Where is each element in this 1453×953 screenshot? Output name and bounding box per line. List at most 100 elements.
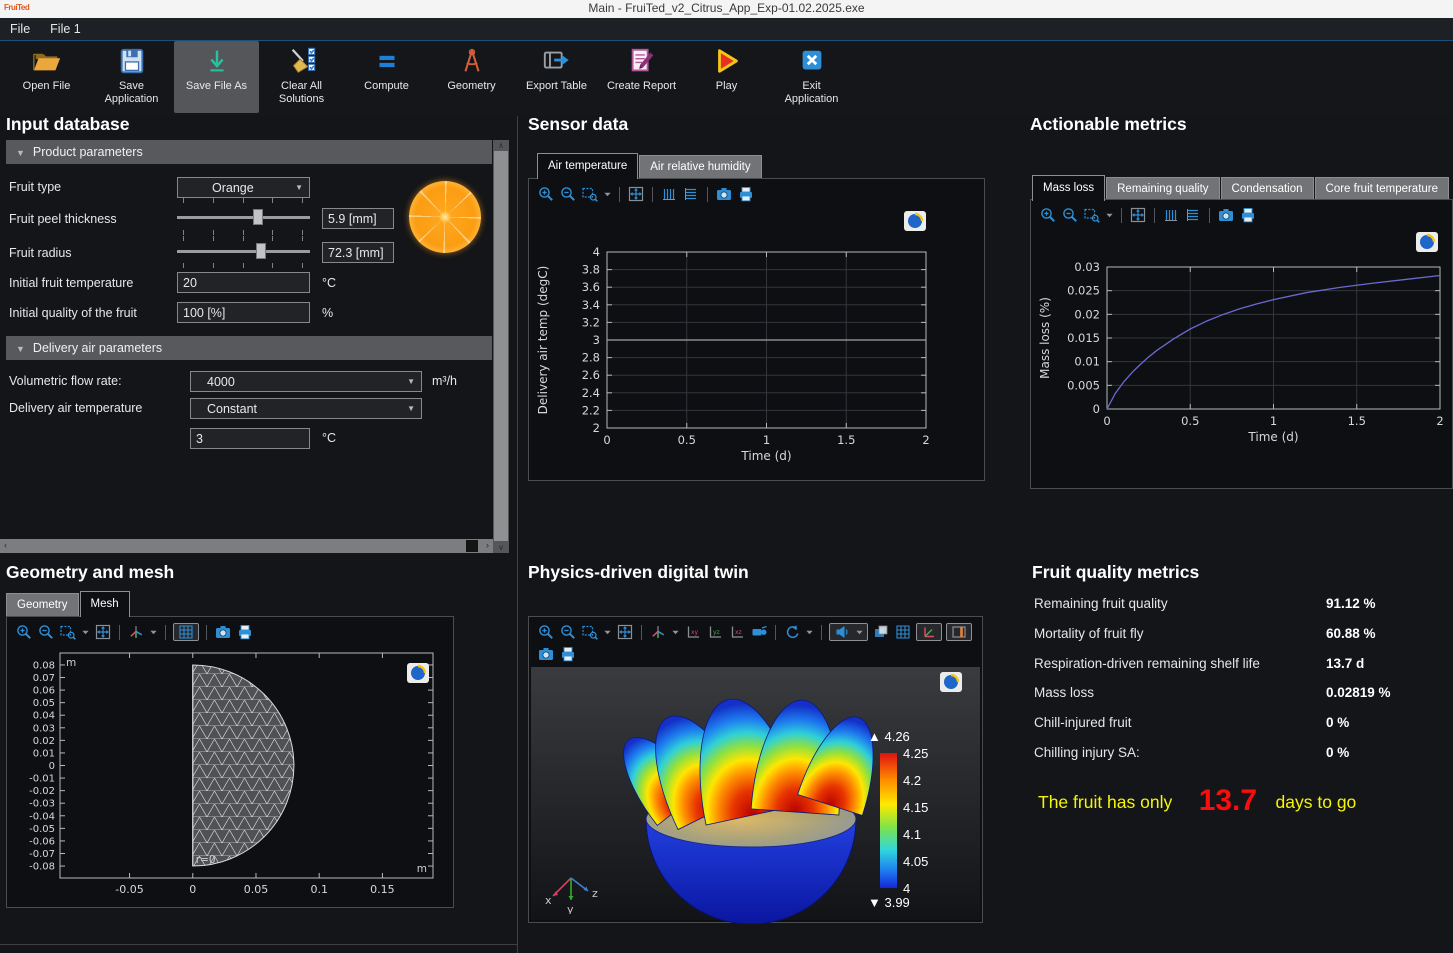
zoom-in-icon[interactable]	[538, 186, 554, 202]
axis-triad-icon[interactable]	[650, 624, 666, 640]
volumetric-flow-rate-dropdown[interactable]: 4000 ▼	[190, 371, 422, 392]
zoom-out-icon[interactable]	[560, 186, 576, 202]
axis-triad-icon[interactable]	[128, 624, 144, 640]
scene-light-icon[interactable]	[834, 624, 850, 640]
xy-view-icon[interactable]	[685, 624, 701, 640]
rotate-icon[interactable]	[784, 624, 800, 640]
menu-file-1[interactable]: File 1	[40, 18, 91, 40]
metric-row: Remaining fruit quality 91.12 %	[1034, 596, 1453, 625]
play-button[interactable]: Play	[684, 41, 769, 113]
chevron-down-icon[interactable]	[602, 189, 613, 200]
grid-toggle-icon[interactable]	[178, 624, 194, 640]
fruit-radius-slider[interactable]	[177, 242, 310, 260]
scroll-up-icon[interactable]: ∧	[493, 141, 509, 150]
grid-toggle-icon[interactable]	[895, 624, 911, 640]
tab-mass-loss[interactable]: Mass loss	[1032, 175, 1105, 201]
clip-plane-icon[interactable]	[951, 624, 967, 640]
twin-viewport[interactable]: ▲ 4.26 4.254.24.154.14.054 ▼ 3.99 x y z	[531, 667, 980, 920]
tab-geometry[interactable]: Geometry	[6, 593, 79, 617]
create-report-button[interactable]: Create Report	[599, 41, 684, 113]
chevron-down-icon[interactable]	[1104, 210, 1115, 221]
chevron-down-icon[interactable]	[602, 627, 613, 638]
scroll-left-icon[interactable]: ‹	[4, 540, 7, 550]
tab-remaining-quality[interactable]: Remaining quality	[1106, 177, 1219, 201]
warning-suffix: days to go	[1276, 792, 1357, 812]
section-product-parameters[interactable]: ▼Product parameters	[6, 140, 492, 164]
initial-quality-input[interactable]	[177, 302, 310, 323]
open-file-button[interactable]: Open File	[4, 41, 89, 113]
axes-toggle-icon[interactable]	[921, 624, 937, 640]
zoom-box-icon[interactable]	[582, 186, 598, 202]
y-axis-extents-icon[interactable]	[683, 186, 699, 202]
snapshot-camera-icon[interactable]	[716, 186, 732, 202]
clear-all-solutions-icon	[287, 45, 317, 77]
transparency-icon[interactable]	[873, 624, 889, 640]
export-table-button[interactable]: Export Table	[514, 41, 599, 113]
scrollbar-thumb[interactable]	[494, 151, 508, 541]
tab-air-temperature[interactable]: Air temperature	[537, 153, 638, 179]
zoom-box-icon[interactable]	[1084, 207, 1100, 223]
tab-condensation[interactable]: Condensation	[1221, 177, 1314, 201]
fit-view-icon[interactable]	[1130, 207, 1146, 223]
scrollbar-thumb[interactable]	[466, 540, 478, 552]
zoom-out-icon[interactable]	[1062, 207, 1078, 223]
slider-handle[interactable]	[256, 243, 266, 259]
x-axis-extents-icon[interactable]	[1163, 207, 1179, 223]
chevron-down-icon: ▼	[295, 183, 303, 192]
chevron-down-icon[interactable]	[804, 627, 815, 638]
fruit-type-dropdown[interactable]: Orange ▼	[177, 177, 310, 198]
chevron-down-icon[interactable]	[670, 627, 681, 638]
colorbar-tick-label: 4.25	[903, 746, 928, 761]
y-axis-extents-icon[interactable]	[1185, 207, 1201, 223]
mass-loss-chart[interactable]: 00.511.5200.0050.010.0150.020.0250.03Tim…	[1033, 229, 1450, 481]
snapshot-camera-icon[interactable]	[538, 646, 554, 662]
chevron-down-icon[interactable]	[854, 627, 865, 638]
chevron-down-icon[interactable]	[80, 627, 91, 638]
zoom-in-icon[interactable]	[1040, 207, 1056, 223]
fruit-peel-thickness-slider[interactable]	[177, 208, 310, 226]
zoom-box-icon[interactable]	[60, 624, 76, 640]
print-icon[interactable]	[237, 624, 253, 640]
scroll-right-icon[interactable]: ›	[486, 540, 489, 550]
slider-handle[interactable]	[253, 209, 263, 225]
save-file-as-button[interactable]: Save File As	[174, 41, 259, 113]
yz-view-icon[interactable]	[707, 624, 723, 640]
fit-view-icon[interactable]	[95, 624, 111, 640]
zoom-box-icon[interactable]	[582, 624, 598, 640]
menu-file[interactable]: File	[0, 18, 40, 40]
print-icon[interactable]	[738, 186, 754, 202]
clear-all-solutions-button[interactable]: Clear All Solutions	[259, 41, 344, 113]
mesh-plot[interactable]: -0.0500.050.10.150.080.070.060.050.040.0…	[12, 648, 448, 900]
delivery-air-temperature-input[interactable]	[190, 428, 310, 449]
x-axis-extents-icon[interactable]	[661, 186, 677, 202]
scroll-down-icon[interactable]: ∨	[493, 543, 509, 552]
fit-view-icon[interactable]	[617, 624, 633, 640]
fruit-radius-value[interactable]	[322, 242, 394, 263]
tab-air-relative-humidity[interactable]: Air relative humidity	[639, 155, 761, 179]
section-delivery-air-parameters[interactable]: ▼Delivery air parameters	[6, 336, 492, 360]
print-icon[interactable]	[1240, 207, 1256, 223]
compute-button[interactable]: Compute	[344, 41, 429, 113]
input-vertical-scrollbar[interactable]: ∧ ∨	[493, 140, 509, 553]
snapshot-camera-icon[interactable]	[215, 624, 231, 640]
snapshot-camera-icon[interactable]	[1218, 207, 1234, 223]
air-temperature-chart[interactable]: 00.511.5222.22.42.62.833.23.43.63.84Time…	[531, 208, 982, 478]
zoom-out-icon[interactable]	[38, 624, 54, 640]
geometry-button[interactable]: Geometry	[429, 41, 514, 113]
initial-fruit-temperature-input[interactable]	[177, 272, 310, 293]
tab-mesh[interactable]: Mesh	[80, 591, 130, 617]
fruit-peel-thickness-value[interactable]	[322, 208, 394, 229]
delivery-air-temperature-dropdown[interactable]: Constant ▼	[190, 398, 422, 419]
input-horizontal-scrollbar[interactable]: ‹ ›	[0, 539, 493, 553]
tab-core-fruit-temperature[interactable]: Core fruit temperature	[1315, 177, 1450, 201]
print-icon[interactable]	[560, 646, 576, 662]
save-application-button[interactable]: Save Application	[89, 41, 174, 113]
default-3d-view-icon[interactable]	[751, 624, 767, 640]
xz-view-icon[interactable]	[729, 624, 745, 640]
fit-view-icon[interactable]	[628, 186, 644, 202]
zoom-in-icon[interactable]	[538, 624, 554, 640]
chevron-down-icon[interactable]	[148, 627, 159, 638]
zoom-in-icon[interactable]	[16, 624, 32, 640]
zoom-out-icon[interactable]	[560, 624, 576, 640]
exit-application-button[interactable]: Exit Application	[769, 41, 854, 113]
